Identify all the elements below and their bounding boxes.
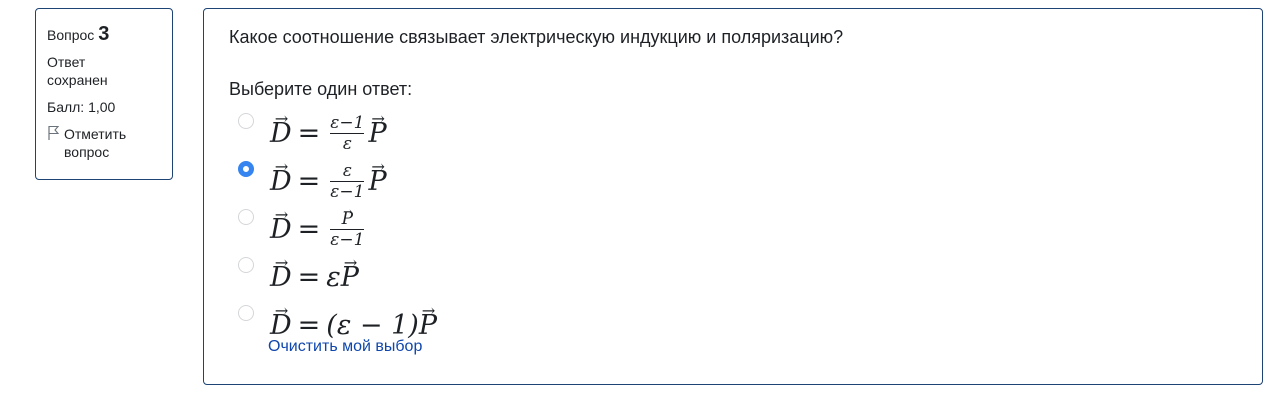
answer-prompt: Выберите один ответ: — [229, 79, 413, 99]
formula-fraction: ε ε−1 — [330, 160, 365, 202]
formula-equals: = — [297, 117, 321, 149]
answer-radio-1[interactable] — [238, 113, 254, 129]
fraction-numerator: P — [342, 210, 353, 228]
flag-icon — [48, 125, 60, 140]
formula-fraction: P ε−1 — [330, 210, 365, 250]
formula-equals: = — [297, 309, 321, 341]
answer-formula-4: D = ε P — [270, 253, 359, 301]
formula-lhs: D — [270, 262, 292, 293]
question-grade: Балл: 1,00 — [47, 99, 116, 115]
formula-lhs: D — [270, 310, 292, 341]
flag-question-label: Отметить вопрос — [64, 126, 127, 160]
answer-radio-3[interactable] — [238, 209, 254, 225]
formula-rhs: P — [368, 166, 386, 197]
question-info-panel: Вопрос 3 Ответ сохранен Балл: 1,00 Отмет… — [35, 8, 173, 180]
flag-question-button[interactable]: Отметить вопрос — [47, 125, 162, 161]
question-content: Какое соотношение связывает электрическу… — [203, 8, 1263, 385]
question-label: Вопрос — [47, 27, 95, 43]
formula-equals: = — [297, 165, 321, 197]
answer-formula-2: D = ε ε−1 P — [270, 157, 387, 205]
answer-radio-5[interactable] — [238, 305, 254, 321]
formula-lhs: D — [270, 214, 292, 245]
answer-state: Ответ сохранен — [47, 54, 108, 88]
formula-lhs: D — [270, 118, 292, 149]
answer-radio-4[interactable] — [238, 257, 254, 273]
fraction-denominator: ε−1 — [330, 229, 365, 250]
question-number: Вопрос 3 — [47, 23, 162, 45]
answer-radio-2[interactable] — [238, 161, 254, 177]
formula-coefficient: (ε − 1) — [326, 309, 419, 341]
formula-equals: = — [297, 213, 321, 245]
fraction-denominator: ε — [342, 133, 352, 154]
clear-choice-link[interactable]: Очистить мой выбор — [268, 338, 422, 356]
formula-equals: = — [297, 261, 321, 293]
question-text: Какое соотношение связывает электрическу… — [229, 27, 844, 47]
answer-formula-3: D = P ε−1 — [270, 205, 368, 253]
fraction-numerator: ε−1 — [330, 112, 365, 133]
formula-rhs: P — [341, 262, 359, 293]
fraction-numerator: ε — [342, 160, 352, 181]
formula-fraction: ε−1 ε — [330, 112, 365, 154]
formula-rhs: P — [419, 310, 437, 341]
question-number-value: 3 — [98, 23, 110, 45]
formula-rhs: P — [368, 118, 386, 149]
fraction-denominator: ε−1 — [330, 181, 365, 202]
formula-coefficient: ε — [326, 261, 341, 293]
formula-lhs: D — [270, 166, 292, 197]
answer-formula-1: D = ε−1 ε P — [270, 109, 387, 157]
